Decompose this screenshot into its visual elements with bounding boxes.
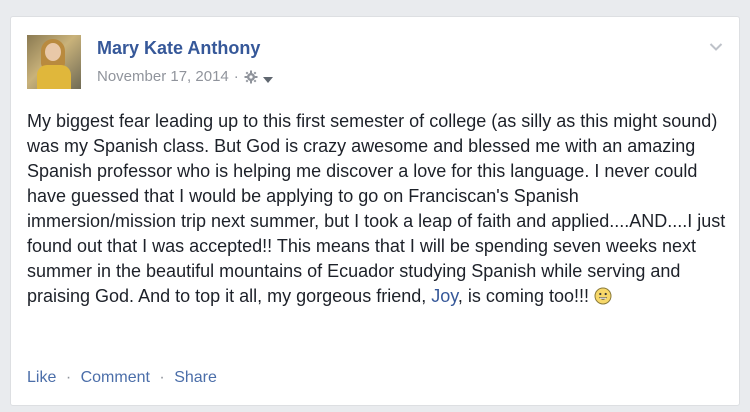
meta-separator: · bbox=[233, 68, 239, 85]
post-text-part2: , is coming too!!! bbox=[457, 286, 594, 306]
post-actions: Like · Comment · Share bbox=[27, 369, 217, 387]
chevron-down-icon[interactable] bbox=[709, 39, 723, 51]
comment-button[interactable]: Comment bbox=[81, 369, 150, 386]
mention-link[interactable]: Joy bbox=[431, 286, 458, 306]
avatar-face bbox=[45, 43, 61, 61]
share-button[interactable]: Share bbox=[174, 369, 217, 386]
post-date[interactable]: November 17, 2014 bbox=[97, 68, 229, 85]
avatar-shirt bbox=[37, 65, 71, 89]
post-text-part1: My biggest fear leading up to this first… bbox=[27, 111, 726, 306]
author-name[interactable]: Mary Kate Anthony bbox=[97, 38, 260, 59]
gear-icon[interactable] bbox=[244, 70, 258, 84]
avatar[interactable] bbox=[27, 35, 81, 89]
post-card: Mary Kate Anthony November 17, 2014 · My… bbox=[10, 16, 740, 406]
post-meta: November 17, 2014 · bbox=[97, 68, 274, 85]
like-button[interactable]: Like bbox=[27, 369, 56, 386]
action-separator: · bbox=[65, 369, 72, 386]
caret-down-icon[interactable] bbox=[262, 72, 274, 83]
smiley-emoji-icon bbox=[594, 287, 612, 305]
post-body: My biggest fear leading up to this first… bbox=[27, 109, 727, 309]
action-separator: · bbox=[159, 369, 165, 386]
